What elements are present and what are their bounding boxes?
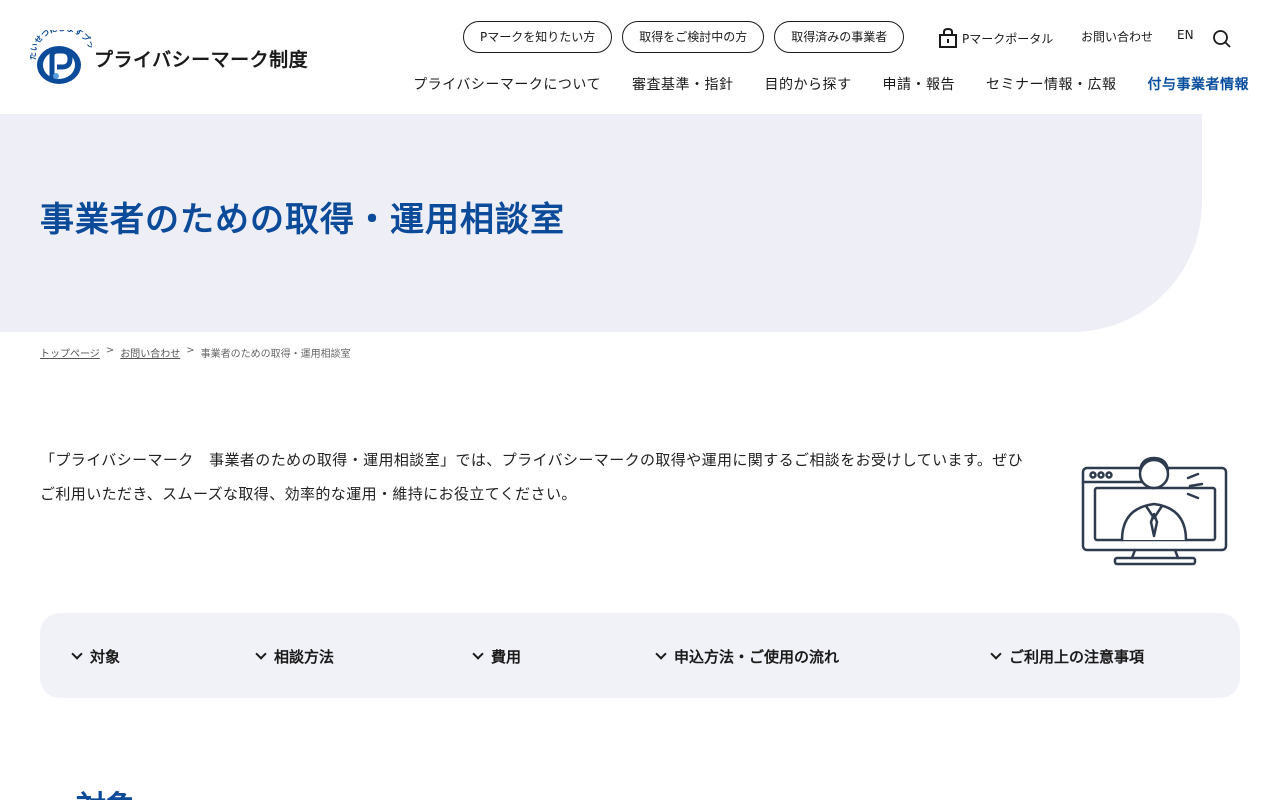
anchor-application-flow[interactable]: 申込方法・ご使用の流れ xyxy=(655,646,840,667)
breadcrumb-current: 事業者のための取得・運用相談室 xyxy=(200,349,351,360)
nav-about[interactable]: プライバシーマークについて xyxy=(413,74,601,94)
page-anchor-nav: 対象 相談方法 費用 申込方法・ご使用の流れ ご利用上の注意事項 xyxy=(40,613,1240,698)
anchor-label: ご利用上の注意事項 xyxy=(1009,648,1145,666)
nav-certified-info[interactable]: 付与事業者情報 xyxy=(1148,74,1250,94)
hero-banner: 事業者のための取得・運用相談室 xyxy=(0,114,1202,332)
breadcrumb-sep: > xyxy=(186,345,195,356)
site-header: たいせつにしますプライバシー プライバシーマーク制度 Pマークを知りたい方 取得… xyxy=(0,0,1280,114)
chevron-down-icon xyxy=(990,648,1002,660)
chevron-down-icon xyxy=(655,648,667,660)
pill-considering[interactable]: 取得をご検討中の方 xyxy=(622,21,765,53)
pill-certified[interactable]: 取得済みの事業者 xyxy=(774,21,905,53)
anchor-target[interactable]: 対象 xyxy=(71,646,121,667)
language-en-link[interactable]: EN xyxy=(1177,28,1194,42)
portal-link[interactable]: Pマークポータル xyxy=(939,28,1053,48)
chevron-down-icon xyxy=(255,648,267,660)
site-logo[interactable]: たいせつにしますプライバシー プライバシーマーク制度 xyxy=(26,23,320,86)
page-title: 事業者のための取得・運用相談室 xyxy=(40,200,565,240)
online-consultation-illustration-icon xyxy=(1080,452,1230,568)
chevron-down-icon xyxy=(71,648,83,660)
portal-label: Pマークポータル xyxy=(962,31,1054,46)
breadcrumb: トップページ > お問い合わせ > 事業者のための取得・運用相談室 xyxy=(40,345,351,360)
pill-learn-pmark[interactable]: Pマークを知りたい方 xyxy=(463,21,613,53)
main-nav: プライバシーマークについて 審査基準・指針 目的から探す 申請・報告 セミナー情… xyxy=(413,74,1249,94)
chevron-down-icon xyxy=(472,648,484,660)
lock-bag-icon xyxy=(939,28,957,48)
anchor-label: 申込方法・ご使用の流れ xyxy=(674,648,840,666)
nav-criteria[interactable]: 審査基準・指針 xyxy=(632,74,734,94)
intro-text: 「プライバシーマーク 事業者のための取得・運用相談室」では、プライバシーマークの… xyxy=(40,451,1024,503)
audience-links: Pマークを知りたい方 取得をご検討中の方 取得済みの事業者 xyxy=(463,21,905,53)
contact-link[interactable]: お問い合わせ xyxy=(1081,28,1153,45)
nav-purpose[interactable]: 目的から探す xyxy=(765,74,852,94)
breadcrumb-home[interactable]: トップページ xyxy=(40,345,100,360)
search-button[interactable] xyxy=(1212,29,1232,49)
privacy-mark-logo-icon: たいせつにしますプライバシー xyxy=(26,23,96,86)
anchor-notes[interactable]: ご利用上の注意事項 xyxy=(990,646,1145,667)
anchor-method[interactable]: 相談方法 xyxy=(255,646,335,667)
section-title-target: 対象 xyxy=(76,782,136,800)
anchor-label: 費用 xyxy=(491,648,522,666)
anchor-label: 対象 xyxy=(90,648,121,666)
nav-apply[interactable]: 申請・報告 xyxy=(883,74,956,94)
anchor-label: 相談方法 xyxy=(274,648,335,666)
site-name: プライバシーマーク制度 xyxy=(94,48,309,71)
nav-seminar[interactable]: セミナー情報・広報 xyxy=(986,74,1117,94)
breadcrumb-sep: > xyxy=(105,345,115,356)
anchor-fee[interactable]: 費用 xyxy=(472,646,522,667)
search-icon xyxy=(1213,30,1231,48)
breadcrumb-contact[interactable]: お問い合わせ xyxy=(120,345,180,360)
